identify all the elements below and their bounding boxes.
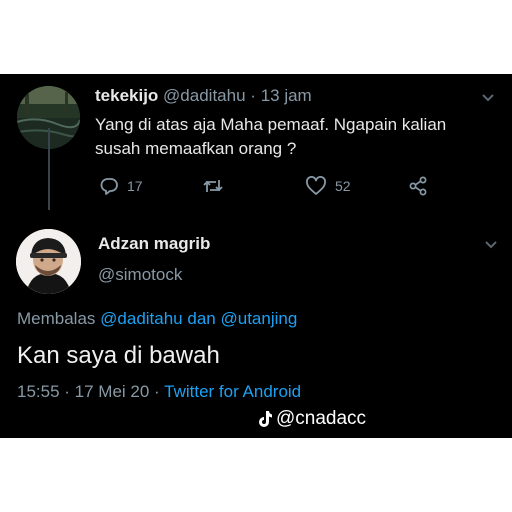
timestamp-text[interactable]: 15:55 · 17 Mei 20 · bbox=[17, 382, 160, 401]
watermark-text: @cnadacc bbox=[276, 408, 367, 429]
thread-connector-line bbox=[48, 128, 50, 210]
source-link[interactable]: Twitter for Android bbox=[164, 382, 301, 401]
retweet-icon bbox=[203, 180, 223, 192]
reply-icon bbox=[100, 178, 118, 195]
separator: · bbox=[250, 86, 256, 105]
like-count: 52 bbox=[335, 178, 351, 194]
parent-tweet-time[interactable]: 13 jam bbox=[261, 86, 312, 105]
reply-action[interactable]: 17 bbox=[99, 176, 143, 196]
like-action[interactable]: 52 bbox=[305, 176, 351, 196]
like-icon bbox=[306, 176, 326, 195]
tweet-timestamp: 15:55 · 17 Mei 20 · Twitter for Android bbox=[17, 382, 301, 402]
reply-tweet-name[interactable]: Adzan magrib bbox=[98, 234, 210, 254]
tiktok-icon bbox=[259, 411, 272, 427]
share-icon bbox=[409, 176, 427, 196]
reply-tweet-text: Kan saya di bawah bbox=[17, 342, 220, 369]
chevron-down-icon[interactable] bbox=[484, 240, 498, 250]
mention-link[interactable]: @daditahu bbox=[100, 309, 183, 328]
reply-count: 17 bbox=[127, 178, 143, 194]
reply-tweet-handle[interactable]: @simotock bbox=[98, 265, 182, 285]
replying-joiner[interactable]: dan bbox=[187, 309, 215, 328]
replying-prefix: Membalas bbox=[17, 309, 96, 328]
share-action[interactable] bbox=[408, 176, 428, 196]
retweet-action[interactable] bbox=[202, 176, 224, 196]
parent-tweet-text: Yang di atas aja Maha pemaaf. Ngapain ka… bbox=[95, 115, 447, 158]
replying-to: Membalas @daditahu dan @utanjing bbox=[17, 309, 297, 329]
parent-tweet-header: tekekijo @daditahu · 13 jam bbox=[95, 86, 312, 106]
parent-tweet-name[interactable]: tekekijo bbox=[95, 86, 158, 105]
parent-tweet-handle[interactable]: @daditahu bbox=[163, 86, 246, 105]
chevron-down-icon[interactable] bbox=[481, 93, 495, 103]
watermark: @cnadacc bbox=[257, 408, 366, 430]
mention-link[interactable]: @utanjing bbox=[221, 309, 298, 328]
avatar[interactable] bbox=[16, 229, 81, 294]
